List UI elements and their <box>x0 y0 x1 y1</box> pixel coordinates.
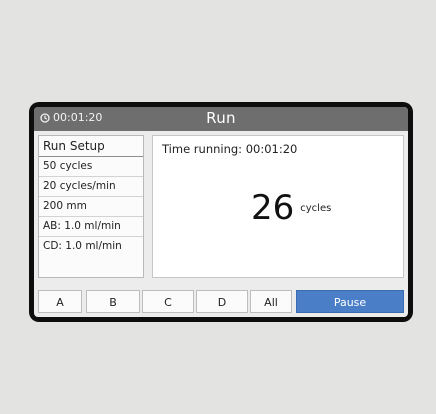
button-d[interactable]: D <box>196 290 248 313</box>
button-bar: A B C D All Pause <box>34 286 408 317</box>
setup-rate: 20 cycles/min <box>39 177 143 197</box>
button-c[interactable]: C <box>142 290 194 313</box>
pause-button[interactable]: Pause <box>296 290 404 313</box>
touch-screen: 00:01:20 Run Run Setup 50 cycles 20 cycl… <box>34 107 408 317</box>
setup-flow-ab: AB: 1.0 ml/min <box>39 217 143 237</box>
time-running: Time running: 00:01:20 <box>162 142 298 156</box>
cycle-count-unit: cycles <box>300 203 332 214</box>
button-b[interactable]: B <box>86 290 140 313</box>
cycle-counter: 26 cycles <box>251 188 331 228</box>
run-setup-panel: Run Setup 50 cycles 20 cycles/min 200 mm… <box>38 135 144 278</box>
setup-flow-cd: CD: 1.0 ml/min <box>43 240 122 252</box>
run-status-panel: Time running: 00:01:20 26 cycles <box>152 135 404 278</box>
button-all[interactable]: All <box>250 290 292 313</box>
screen-title: Run <box>206 109 236 127</box>
device-bezel: 00:01:20 Run Run Setup 50 cycles 20 cycl… <box>29 102 413 322</box>
title-bar: 00:01:20 Run <box>34 107 408 131</box>
cycle-count-value: 26 <box>251 188 295 228</box>
run-setup-title: Run Setup <box>39 136 143 157</box>
button-a[interactable]: A <box>38 290 82 313</box>
setup-cycles: 50 cycles <box>39 157 143 177</box>
setup-distance: 200 mm <box>39 197 143 217</box>
